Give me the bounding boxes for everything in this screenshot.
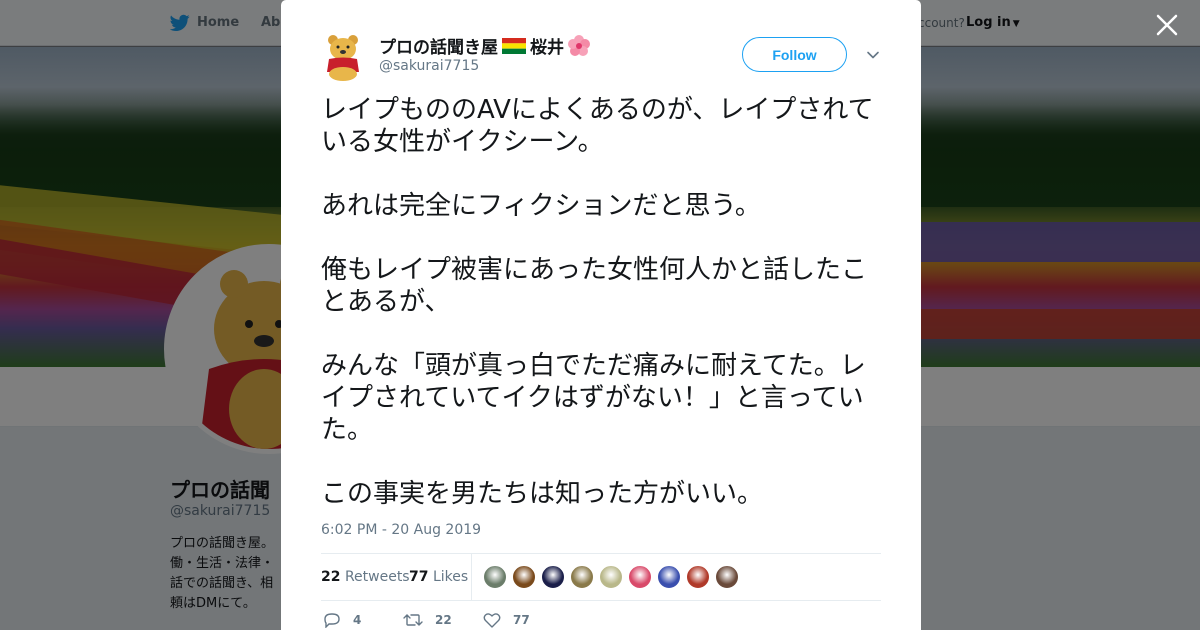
liker-avatar[interactable]: [483, 565, 507, 589]
reply-count: 4: [353, 613, 362, 627]
stats-divider: [471, 554, 472, 600]
heart-icon: [483, 613, 501, 628]
tweet-actions: 4 22 77: [321, 612, 621, 630]
author-name[interactable]: プロの話聞き屋 桜井: [379, 33, 590, 58]
liker-avatar[interactable]: [628, 565, 652, 589]
tweet-text: レイプもののAVによくあるのが、レイプされている女性がイクシーン。 あれは完全に…: [321, 94, 886, 510]
hibiscus-icon: [568, 34, 590, 56]
tweet-stats: 22 Retweets 77 Likes: [321, 553, 881, 601]
liker-avatar[interactable]: [570, 565, 594, 589]
retweet-button[interactable]: 22: [403, 612, 452, 628]
follow-button[interactable]: Follow: [742, 37, 847, 72]
chevron-down-icon[interactable]: [865, 47, 881, 63]
author-handle[interactable]: @sakurai7715: [379, 58, 479, 74]
reply-icon: [324, 613, 340, 628]
close-icon[interactable]: [1154, 12, 1180, 38]
like-count: 77: [513, 613, 530, 627]
retweet-count: 22: [435, 613, 452, 627]
tweet-paragraph: みんな「頭が真っ白でただ痛みに耐えてた。レイプされていてイクはずがない！」と言っ…: [321, 351, 866, 445]
likes-label: Likes: [432, 569, 469, 585]
retweets-stat[interactable]: 22 Retweets: [321, 569, 410, 585]
tweet-paragraph: この事実を男たちは知った方がいい。: [321, 479, 764, 509]
liker-avatar[interactable]: [686, 565, 710, 589]
liker-avatar[interactable]: [599, 565, 623, 589]
bolivia-flag-icon: [502, 37, 526, 54]
tweet-timestamp[interactable]: 6:02 PM - 20 Aug 2019: [321, 522, 481, 538]
liker-avatar[interactable]: [541, 565, 565, 589]
author-name-text: プロの話聞き屋: [379, 38, 498, 58]
retweet-icon: [403, 614, 423, 626]
liker-avatar[interactable]: [512, 565, 536, 589]
likes-count: 77: [409, 569, 429, 585]
tweet-modal: プロの話聞き屋 桜井 @sakurai7715 Follow レイプもののAVに…: [281, 0, 921, 630]
reply-button[interactable]: 4: [323, 612, 361, 628]
likes-stat[interactable]: 77 Likes: [409, 569, 468, 585]
retweets-count: 22: [321, 569, 341, 585]
retweets-label: Retweets: [344, 569, 410, 585]
tweet-paragraph: 俺もレイプ被害にあった女性何人かと話したことあるが、: [321, 255, 868, 317]
tweet-paragraph: レイプもののAVによくあるのが、レイプされている女性がイクシーン。: [321, 95, 874, 157]
author-avatar[interactable]: [321, 32, 365, 82]
liker-avatar[interactable]: [657, 565, 681, 589]
liker-avatars: [483, 565, 739, 589]
tweet-paragraph: あれは完全にフィクションだと思う。: [321, 191, 761, 221]
liker-avatar[interactable]: [715, 565, 739, 589]
like-button[interactable]: 77: [483, 612, 530, 628]
author-name-suffix: 桜井: [530, 38, 564, 58]
